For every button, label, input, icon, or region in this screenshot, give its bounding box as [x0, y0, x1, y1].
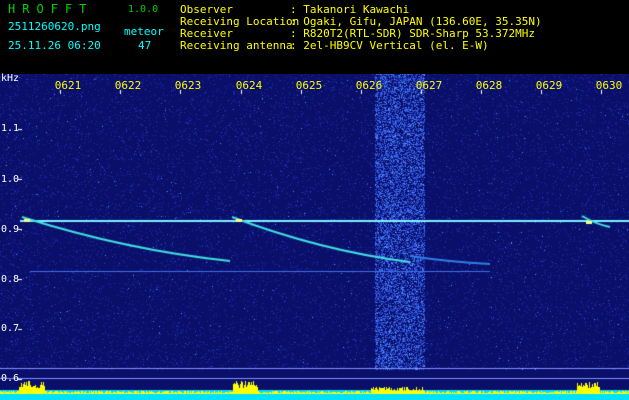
file-name: 2511260620.png [8, 20, 101, 33]
time-tick-label: 0628 [475, 79, 503, 92]
antenna-value: : 2el-HB9CV Vertical (el. E-W) [290, 39, 489, 52]
time-tick-label: 0623 [174, 79, 202, 92]
freq-tick-label: 1.1 [1, 123, 20, 134]
freq-tick-label: 0.7 [1, 323, 20, 334]
time-tick-label: 0622 [114, 79, 142, 92]
date-time: 25.11.26 06:20 [8, 39, 101, 52]
time-tick-label: 0630 [595, 79, 623, 92]
header-panel: HROFFT 1.0.0 2511260620.png 25.11.26 06:… [0, 0, 629, 74]
time-tick-label: 0624 [235, 79, 263, 92]
time-tick-label: 0621 [54, 79, 82, 92]
freq-tick-label: 1.0 [1, 174, 20, 185]
antenna-label: Receiving antenna [180, 39, 293, 52]
meteor-count-value: 47 [138, 39, 152, 52]
freq-tick-label: 0.9 [1, 224, 20, 235]
app-title: HROFFT [8, 2, 94, 16]
time-tick-label: 0627 [415, 79, 443, 92]
time-tick-label: 0625 [295, 79, 323, 92]
meteor-count-label: meteor [124, 25, 164, 38]
axis-unit-label: kHz [1, 73, 20, 84]
freq-tick-label: 0.6 [1, 373, 20, 384]
spectrogram-canvas [0, 74, 629, 400]
freq-tick-label: 0.8 [1, 274, 20, 285]
time-tick-label: 0626 [355, 79, 383, 92]
app-version: 1.0.0 [128, 4, 159, 15]
time-tick-label: 0629 [535, 79, 563, 92]
